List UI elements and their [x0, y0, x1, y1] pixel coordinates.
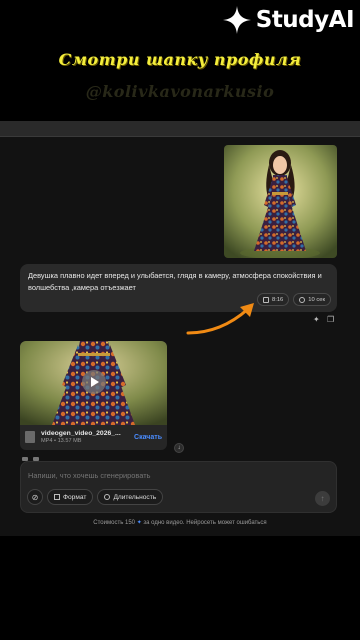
duration-label: Длительность	[113, 493, 157, 501]
ratio-value: 8:16	[271, 296, 284, 303]
screen-root: StudyAI Смотри шапку профиля @kolivkavon…	[0, 0, 360, 640]
app-screen: Девушка плавно идет вперед и улыбается, …	[0, 121, 360, 536]
magic-wand-icon[interactable]: ✦	[313, 316, 321, 324]
top-bar	[0, 121, 360, 137]
copy-icon[interactable]: ❐	[327, 316, 335, 324]
composer: ⊘ Формат Длительность ↑	[20, 461, 337, 513]
user-image[interactable]	[224, 145, 337, 258]
prompt-input[interactable]	[28, 471, 329, 480]
banner-title: Смотри шапку профиля	[58, 50, 302, 69]
clock-icon	[299, 296, 306, 303]
logo-text: StudyAI	[255, 7, 355, 33]
file-name: videogen_video_2026_...	[41, 430, 121, 437]
banner-handle: @kolivkavonarkusio	[85, 82, 275, 101]
file-icon	[25, 431, 35, 443]
download-button[interactable]: Скачать	[134, 434, 162, 441]
arrow-annotation-icon	[186, 303, 254, 335]
composer-tools: ⊘ Формат Длительность	[27, 489, 164, 505]
duration-button[interactable]: Длительность	[97, 489, 164, 505]
cost-note: Стоимость 150 ✦ за одно видео. Нейросеть…	[0, 519, 360, 526]
prompt-message: Девушка плавно идет вперед и улыбается, …	[20, 264, 337, 312]
scroll-down-button[interactable]: ↓	[174, 443, 184, 453]
prompt-params: 8:16 10 сек	[256, 293, 331, 306]
cost-suffix: за одно видео. Нейросеть может ошибаться	[143, 520, 267, 526]
sparkle-icon: ✦	[136, 520, 142, 526]
arrow-up-icon: ↑	[320, 494, 325, 503]
prompt-text: Девушка плавно идет вперед и улыбается, …	[28, 271, 322, 292]
file-meta: MP4 • 13.57 MB	[41, 438, 82, 444]
file-info: videogen_video_2026_... MP4 • 13.57 MB С…	[25, 427, 162, 447]
format-icon	[54, 494, 60, 500]
video-result-card[interactable]: videogen_video_2026_... MP4 • 13.57 MB С…	[20, 341, 167, 450]
format-label: Формат	[63, 493, 87, 501]
studyai-logo: StudyAI	[221, 4, 355, 36]
cost-prefix: Стоимость 150	[93, 520, 136, 526]
message-actions: ✦ ❐	[313, 316, 335, 324]
duration-value: 10 сек	[308, 296, 325, 303]
duration-chip: 10 сек	[293, 293, 331, 306]
sparkle-icon	[222, 6, 251, 34]
clock-icon	[104, 494, 111, 500]
send-button[interactable]: ↑	[315, 491, 330, 506]
format-button[interactable]: Формат	[47, 489, 94, 505]
paperclip-icon: ⊘	[31, 492, 39, 502]
attach-button[interactable]: ⊘	[27, 489, 43, 505]
play-button[interactable]	[82, 370, 106, 394]
